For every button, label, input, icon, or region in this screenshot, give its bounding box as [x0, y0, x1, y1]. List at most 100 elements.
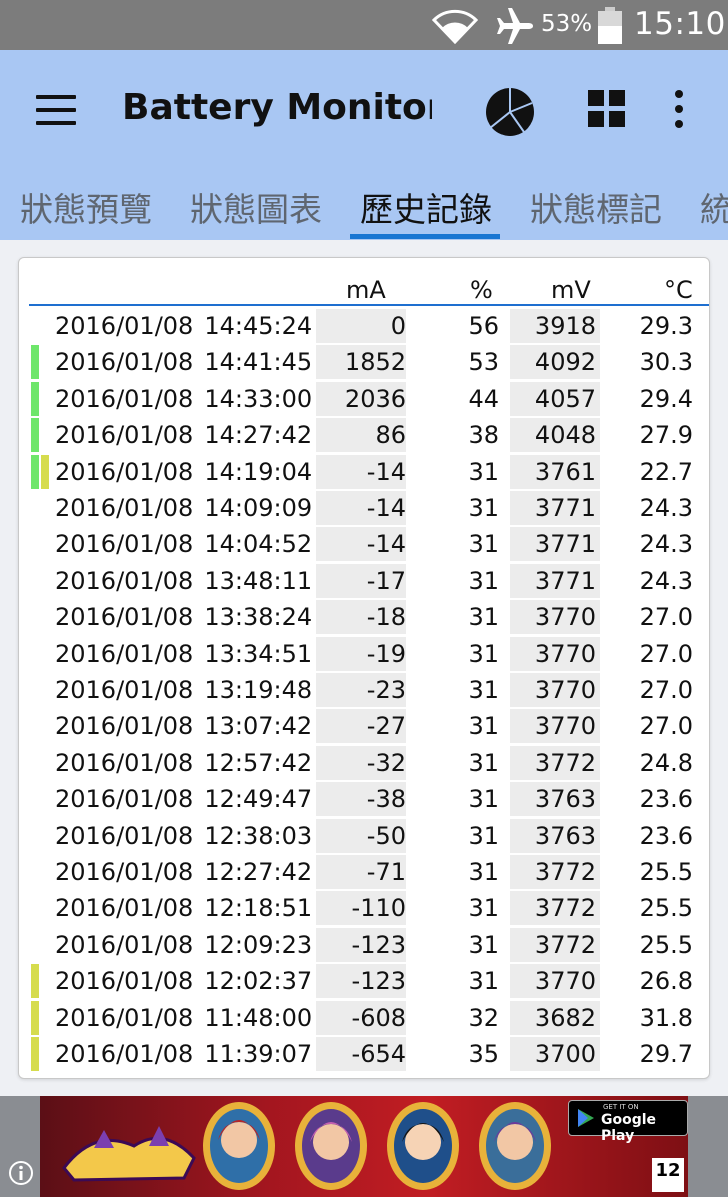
cell-timestamp: 2016/01/08 14:09:09: [55, 491, 345, 525]
table-row[interactable]: 2016/01/08 12:02:37 -123 31 3770 26.8: [19, 964, 709, 1000]
cell-date: 2016/01/08: [55, 821, 194, 850]
table-row[interactable]: 2016/01/08 13:19:48 -23 31 3770 27.0: [19, 673, 709, 709]
cell-time: 13:19:48: [204, 676, 313, 704]
cell-level-percent: 31: [468, 748, 499, 777]
cell-date: 2016/01/08: [55, 930, 194, 959]
table-row[interactable]: 2016/01/08 14:27:42 86 38 4048 27.9: [19, 418, 709, 454]
table-row[interactable]: 2016/01/08 13:48:11 -17 31 3771 24.3: [19, 563, 709, 600]
table-row[interactable]: 2016/01/08 14:33:00 2036 44 4057 29.4: [19, 381, 709, 418]
table-row[interactable]: 2016/01/08 11:39:07 -654 35 3700 29.7: [19, 1037, 709, 1073]
cell-current-ma: -110: [351, 894, 406, 923]
table-row[interactable]: 2016/01/08 12:09:23 -123 31 3772 25.5: [19, 927, 709, 964]
tab-status-markers[interactable]: 狀態標記: [530, 183, 662, 231]
cell-date: 2016/01/08: [55, 712, 194, 741]
table-row[interactable]: 2016/01/08 14:41:45 1852 53 4092 30.3: [19, 345, 709, 381]
table-row[interactable]: 2016/01/08 14:09:09 -14 31 3771 24.3: [19, 491, 709, 527]
table-row[interactable]: 2016/01/08 14:19:04 -14 31 3761 22.7: [19, 454, 709, 491]
cell-current-ma: 0: [390, 312, 406, 340]
cell-time: 14:45:24: [204, 312, 313, 340]
cell-date: 2016/01/08: [55, 894, 194, 923]
menu-icon[interactable]: [36, 95, 76, 125]
header-percent: %: [470, 276, 493, 304]
google-play-badge[interactable]: GET IT ON Google Play: [568, 1100, 688, 1144]
table-row[interactable]: 2016/01/08 13:07:42 -27 31 3770 27.0: [19, 709, 709, 745]
cell-temperature: 23.6: [639, 821, 693, 850]
ad-banner[interactable]: GET IT ON Google Play 12: [40, 1096, 688, 1197]
cell-time: 14:09:09: [204, 494, 313, 522]
grid-icon[interactable]: [588, 90, 626, 128]
cell-current-ma: -17: [366, 566, 406, 595]
cell-temperature: 24.3: [639, 566, 693, 595]
header-mv: mV: [551, 276, 591, 304]
cell-temperature: 29.4: [639, 384, 693, 413]
cell-timestamp: 2016/01/08 14:33:00: [55, 382, 345, 416]
cell-current-ma: -71: [366, 858, 406, 886]
cell-current-ma: -14: [366, 530, 406, 559]
cell-level-percent: 31: [468, 785, 499, 814]
cell-level-percent: 53: [468, 348, 499, 377]
tab-history[interactable]: 歷史記錄: [360, 183, 492, 231]
cell-current-ma: -23: [366, 676, 406, 704]
table-row[interactable]: 2016/01/08 12:27:42 -71 31 3772 25.5: [19, 855, 709, 891]
cell-temperature: 22.7: [639, 457, 693, 486]
cell-voltage-mv: 3771: [534, 566, 596, 595]
cell-time: 13:48:11: [204, 566, 313, 595]
table-row[interactable]: 2016/01/08 13:38:24 -18 31 3770 27.0: [19, 600, 709, 636]
cell-current-ma: -18: [366, 603, 406, 632]
cell-date: 2016/01/08: [55, 639, 194, 668]
cell-time: 11:39:07: [204, 1040, 313, 1068]
table-row[interactable]: 2016/01/08 14:45:24 0 56 3918 29.3: [19, 309, 709, 345]
play-store-icon: [578, 1109, 594, 1127]
cell-timestamp: 2016/01/08 11:39:07: [55, 1037, 345, 1071]
status-marker: [31, 964, 39, 999]
cell-current-ma: -50: [366, 821, 406, 850]
cell-timestamp: 2016/01/08 13:38:24: [55, 600, 345, 634]
cell-current-ma: -14: [366, 494, 406, 522]
cell-time: 11:48:00: [204, 1003, 313, 1032]
table-row[interactable]: 2016/01/08 13:34:51 -19 31 3770 27.0: [19, 636, 709, 673]
status-bar: 53% 15:10: [0, 0, 728, 50]
table-row[interactable]: 2016/01/08 12:57:42 -32 31 3772 24.8: [19, 745, 709, 782]
tab-status-overview[interactable]: 狀態預覽: [20, 183, 152, 231]
cell-timestamp: 2016/01/08 11:48:00: [55, 1001, 345, 1035]
table-row[interactable]: 2016/01/08 14:04:52 -14 31 3771 24.3: [19, 527, 709, 563]
cell-voltage-mv: 3772: [534, 858, 596, 886]
cell-time: 12:27:42: [204, 858, 313, 886]
cell-timestamp: 2016/01/08 13:34:51: [55, 637, 345, 671]
table-row[interactable]: 2016/01/08 12:18:51 -110 31 3772 25.5: [19, 891, 709, 927]
cell-current-ma: 86: [375, 421, 406, 450]
tab-bar: 狀態預覽 狀態圖表 歷史記錄 狀態標記 統: [0, 175, 728, 240]
cell-voltage-mv: 4057: [534, 384, 596, 413]
cell-date: 2016/01/08: [55, 312, 194, 340]
more-vert-icon[interactable]: [672, 90, 686, 128]
cell-timestamp: 2016/01/08 14:19:04: [55, 455, 345, 489]
cell-timestamp: 2016/01/08 12:02:37: [55, 964, 345, 998]
cell-voltage-mv: 3918: [534, 312, 596, 340]
cell-level-percent: 31: [468, 494, 499, 522]
cell-level-percent: 31: [468, 530, 499, 559]
info-icon[interactable]: [8, 1160, 34, 1186]
status-marker: [31, 345, 39, 380]
airplane-icon: [497, 8, 533, 44]
cell-temperature: 25.5: [639, 894, 693, 923]
cell-date: 2016/01/08: [55, 457, 194, 486]
table-row[interactable]: 2016/01/08 11:48:00 -608 32 3682 31.8: [19, 1000, 709, 1037]
cell-date: 2016/01/08: [55, 1040, 194, 1068]
tab-status-chart[interactable]: 狀態圖表: [190, 183, 322, 231]
cell-voltage-mv: 3770: [534, 676, 596, 704]
table-row[interactable]: 2016/01/08 12:38:03 -50 31 3763 23.6: [19, 818, 709, 855]
tab-statistics[interactable]: 統: [700, 183, 728, 231]
cell-level-percent: 35: [468, 1040, 499, 1068]
table-row[interactable]: 2016/01/08 12:49:47 -38 31 3763 23.6: [19, 782, 709, 818]
ad-area[interactable]: GET IT ON Google Play 12: [0, 1096, 728, 1197]
cell-voltage-mv: 3772: [534, 894, 596, 923]
cell-timestamp: 2016/01/08 13:19:48: [55, 673, 345, 707]
cell-date: 2016/01/08: [55, 566, 194, 595]
cell-current-ma: -27: [366, 712, 406, 741]
cell-voltage-mv: 3770: [534, 603, 596, 632]
cell-date: 2016/01/08: [55, 384, 194, 413]
history-table: mA % mV °C 2016/01/08 14:45:24 0 56 3918 29.3…: [18, 257, 710, 1079]
cell-temperature: 27.0: [639, 712, 693, 741]
cell-level-percent: 31: [468, 930, 499, 959]
pie-chart-icon[interactable]: [482, 83, 538, 139]
